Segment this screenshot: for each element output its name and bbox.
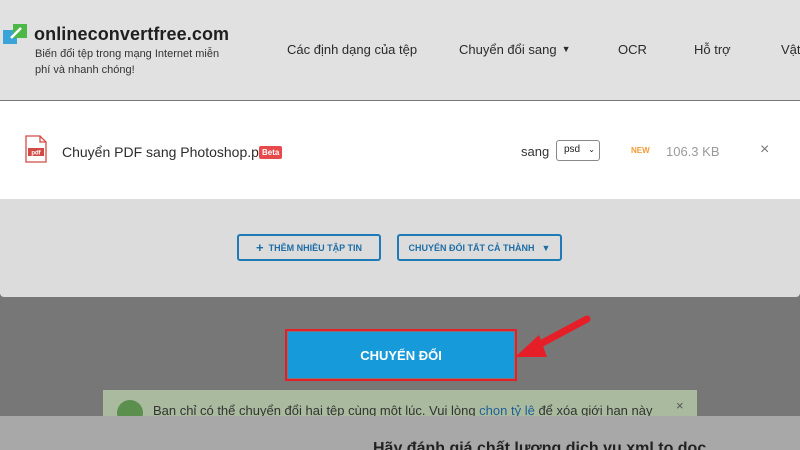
rating-title: Hãy đánh giá chất lượng dịch vụ xml to d… (373, 440, 707, 450)
pdf-file-icon: pdf (25, 135, 47, 163)
nav-convert-to[interactable]: Chuyển đổi sang ▼ (459, 42, 571, 57)
chevron-down-icon: ▼ (541, 242, 551, 253)
remove-file-close-icon[interactable]: × (760, 141, 769, 159)
to-label: sang (521, 144, 550, 159)
chevron-down-icon: ▼ (561, 44, 571, 54)
new-badge: NEW (631, 146, 650, 155)
chevron-down-icon: ⌄ (588, 145, 595, 154)
convert-button[interactable]: CHUYỂN ĐỔI (285, 329, 517, 381)
convert-all-to-button[interactable]: CHUYỂN ĐỔI TẤT CẢ THÀNH ▼ (397, 234, 562, 261)
file-size: 106.3 KB (666, 144, 720, 159)
file-name: Chuyển PDF sang Photoshop.pdf (62, 144, 271, 160)
notice-close-icon[interactable]: × (676, 398, 684, 413)
red-arrow-icon (515, 315, 591, 357)
nav-file-formats[interactable]: Các định dạng của tệp (287, 42, 417, 57)
plus-icon: + (256, 240, 264, 255)
add-more-files-button[interactable]: + THÊM NHIỀU TẬP TIN (237, 234, 381, 261)
target-format-select[interactable]: psd ⌄ (556, 140, 600, 161)
logo-tagline: Biến đổi tệp trong mạng Internet miễn ph… (35, 48, 220, 76)
nav-more[interactable]: Vật (781, 42, 800, 57)
logo-icon[interactable] (3, 22, 29, 46)
nav-support[interactable]: Hỗ trợ (694, 42, 731, 57)
beta-badge: Beta (259, 146, 283, 159)
svg-text:pdf: pdf (31, 151, 41, 157)
nav-ocr[interactable]: OCR (618, 42, 647, 57)
logo-title[interactable]: onlineconvertfree.com (34, 24, 229, 45)
